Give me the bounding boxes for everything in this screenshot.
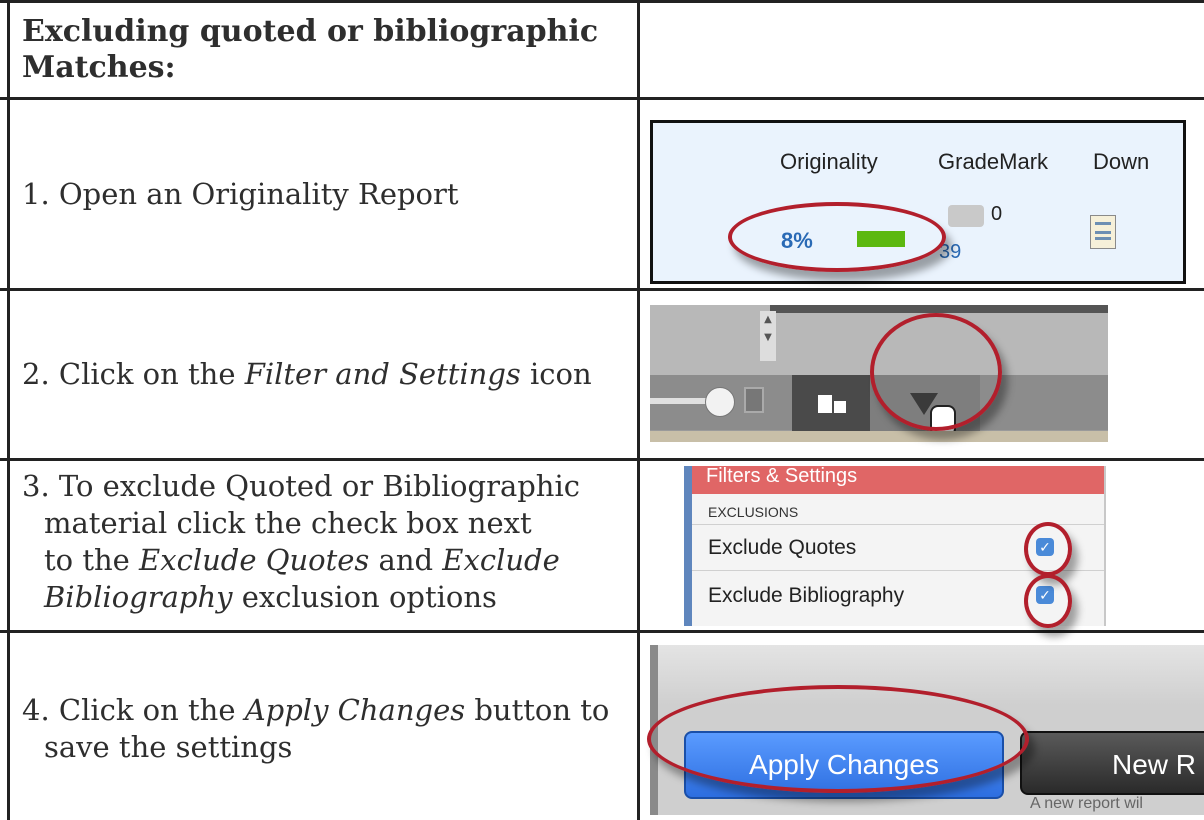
- step-4-pre: 4. Click on the: [22, 693, 245, 727]
- scroll-up-icon[interactable]: ▲: [760, 311, 776, 329]
- new-report-note: A new report wil: [1030, 795, 1143, 812]
- highlight-ring-quotes: [1024, 522, 1072, 576]
- step-3-em-bibliography: Bibliography: [44, 580, 233, 614]
- step-3-em-quotes: Exclude Quotes: [139, 543, 370, 577]
- highlight-ring-originality: [728, 202, 946, 272]
- step-3-em-exclude: Exclude: [442, 543, 560, 577]
- step-1-label: 1. Open an Originality Report: [22, 177, 459, 211]
- rule-2: [0, 288, 1204, 291]
- scroll-arrows[interactable]: ▲ ▼: [760, 311, 776, 361]
- step-3-pre: to the: [44, 543, 140, 577]
- table-title: Excluding quoted or bibliographic Matche…: [22, 14, 599, 85]
- step-3-line-1: 3. To exclude Quoted or Bibliographic: [22, 469, 580, 503]
- exclude-quotes-label: Exclude Quotes: [708, 536, 857, 559]
- new-report-button[interactable]: New R: [1020, 731, 1204, 795]
- rule-1: [0, 97, 1204, 100]
- scroll-down-icon[interactable]: ▼: [760, 329, 776, 347]
- filters-panel-title: Filters & Settings: [692, 466, 1104, 494]
- step-3-line-4: Bibliography exclusion options: [22, 579, 622, 616]
- step-4-line-2: save the settings: [44, 730, 293, 764]
- column-download[interactable]: Down: [1093, 149, 1149, 175]
- page-icon[interactable]: [744, 387, 764, 413]
- rule-mid: [637, 0, 640, 820]
- step-2-post: icon: [520, 357, 592, 391]
- comment-count: 0: [991, 203, 1003, 225]
- highlight-ring-filter: [870, 313, 1002, 431]
- rule-4: [0, 630, 1204, 633]
- step-2-em: Filter and Settings: [244, 357, 521, 391]
- step-3-mid: and: [369, 543, 443, 577]
- step-4-line-1: 4. Click on the Apply Changes button to: [22, 692, 622, 729]
- zoom-slider-handle[interactable]: [705, 387, 735, 417]
- highlight-ring-apply: [647, 685, 1029, 793]
- step-3-line-3: to the Exclude Quotes and Exclude: [22, 542, 622, 579]
- step-3-line-2: material click the check box next: [44, 506, 532, 540]
- layout-icon-button[interactable]: [792, 375, 870, 433]
- step-2-text: 2. Click on the Filter and Settings icon: [22, 356, 622, 393]
- step-4-post: button to: [465, 693, 610, 727]
- comment-icon[interactable]: [948, 205, 984, 227]
- download-icon[interactable]: [1090, 215, 1116, 249]
- step-4-text: 4. Click on the Apply Changes button to …: [22, 692, 622, 766]
- column-originality[interactable]: Originality: [780, 149, 878, 175]
- rule-left: [7, 0, 10, 820]
- instruction-table: Excluding quoted or bibliographic Matche…: [0, 0, 1204, 820]
- step-3-post: exclusion options: [232, 580, 497, 614]
- step-2-pre: 2. Click on the: [22, 357, 245, 391]
- exclude-bibliography-label: Exclude Bibliography: [708, 584, 905, 607]
- highlight-ring-bibliography: [1024, 574, 1072, 628]
- rule-3: [0, 458, 1204, 461]
- step-3-text: 3. To exclude Quoted or Bibliographic ma…: [22, 468, 622, 616]
- exclusions-heading: EXCLUSIONS: [708, 504, 799, 520]
- step-1-text: 1. Open an Originality Report: [22, 176, 622, 213]
- column-grademark[interactable]: GradeMark: [938, 149, 1048, 175]
- rule-top: [0, 0, 1204, 3]
- step-4-em: Apply Changes: [244, 693, 466, 727]
